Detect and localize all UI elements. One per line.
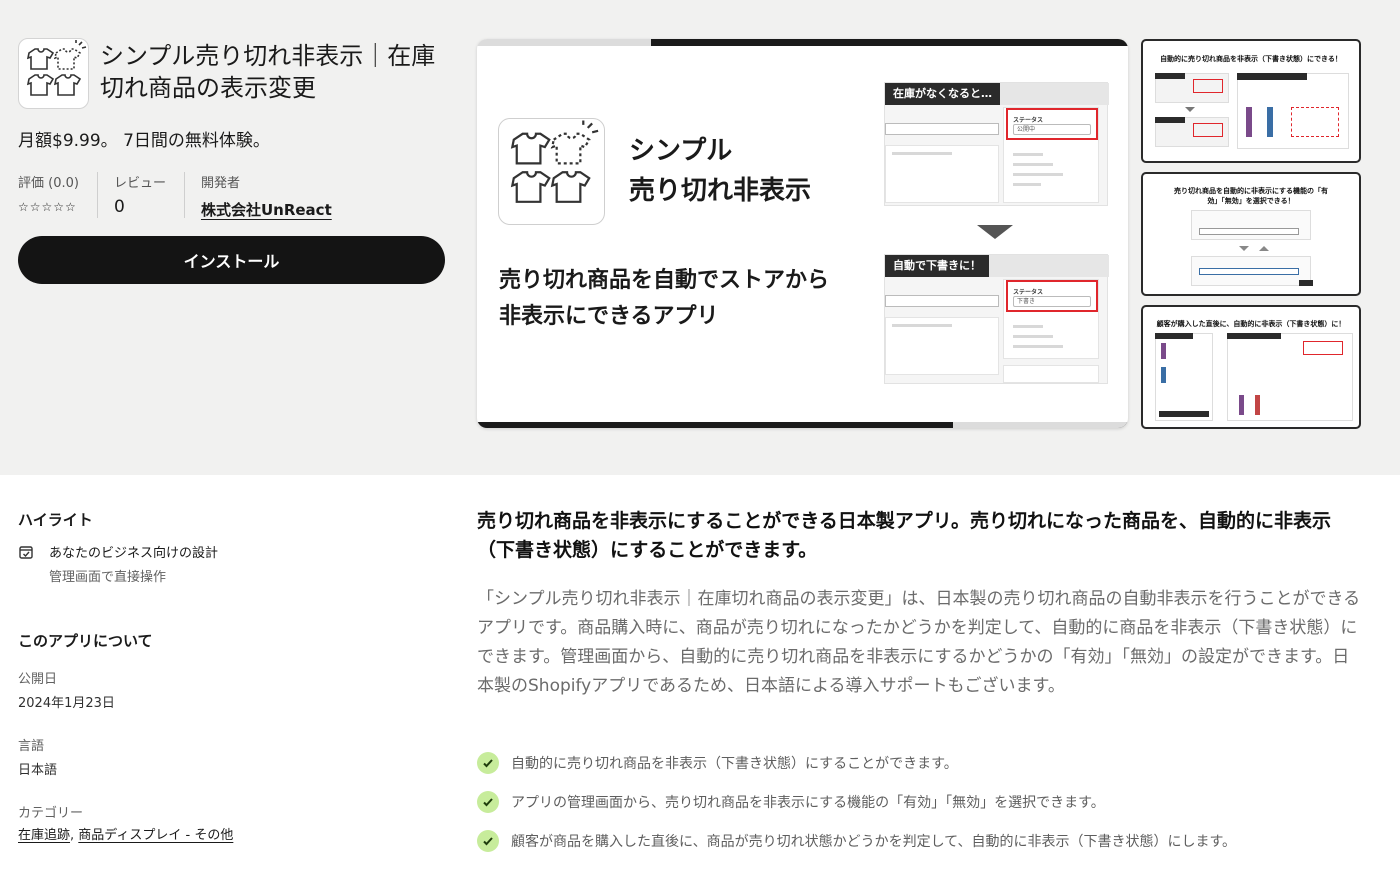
- mock-status-label: ステータス: [1013, 117, 1044, 124]
- hero-app-logo-icon: [498, 118, 605, 225]
- developer-link[interactable]: 株式会社UnReact: [201, 199, 332, 220]
- app-logo-icon: [18, 38, 89, 109]
- mock-status-value-after: 下書き: [1013, 296, 1091, 307]
- mock-admin-before: 在庫がなくなると… ステータス 公開中: [884, 82, 1109, 206]
- install-button[interactable]: インストール: [18, 236, 445, 284]
- thumbnail-3-title: 顧客が購入した直後に、自動的に非表示（下書き状態）に！: [1156, 320, 1346, 328]
- hero-tagline-line2: 非表示にできるアプリ: [499, 304, 719, 329]
- rating-label: 評価 (0.0): [18, 176, 79, 191]
- checkmark-icon: [477, 830, 499, 852]
- main-screenshot[interactable]: シンプル 売り切れ非表示 売り切れ商品を自動でストアから 非表示にできるアプリ …: [477, 39, 1128, 428]
- feature-item: 自動的に売り切れ商品を非表示（下書き状態）にすることができます。: [477, 752, 958, 774]
- highlight-subtitle: 管理画面で直接操作: [49, 570, 167, 585]
- screenshot-thumbnail-1[interactable]: 自動的に売り切れ商品を非表示（下書き状態）にできる！: [1141, 39, 1361, 163]
- hero-name-line2: 売り切れ非表示: [629, 176, 812, 206]
- hero-tagline: 売り切れ商品を自動でストアから 非表示にできるアプリ: [499, 263, 829, 335]
- category-separator: ,: [70, 828, 75, 843]
- rating-stat[interactable]: 評価 (0.0) ☆☆☆☆☆: [18, 172, 98, 218]
- hero-name-line1: シンプル: [629, 136, 733, 166]
- highlights-heading: ハイライト: [18, 511, 93, 529]
- carousel-progress-top: [477, 39, 1128, 46]
- screenshot-thumbnail-2[interactable]: 売り切れ商品を自動的に非表示にする機能の「有効」「無効」を選択できる！: [1141, 172, 1361, 296]
- category-label: カテゴリー: [18, 806, 84, 821]
- feature-item: 顧客が商品を購入した直後に、商品が売り切れ状態かどうかを判定して、自動的に非表示…: [477, 830, 1236, 852]
- reviews-count: 0: [113, 197, 125, 217]
- arrow-down-icon: [977, 225, 1013, 239]
- feature-text: 自動的に売り切れ商品を非表示（下書き状態）にすることができます。: [511, 756, 958, 772]
- mock-admin-after: 自動で下書きに！ ステータス 下書き: [884, 254, 1109, 384]
- published-label: 公開日: [18, 672, 58, 687]
- app-stats: 評価 (0.0) ☆☆☆☆☆ レビュー 0 開発者 株式会社UnReact: [18, 172, 366, 220]
- language-label: 言語: [18, 739, 45, 754]
- developer-stat: 開発者 株式会社UnReact: [200, 172, 350, 220]
- description-body: 「シンプル売り切れ非表示｜在庫切れ商品の表示変更」は、日本製の売り切れ商品の自動…: [477, 589, 1361, 696]
- thumbnail-1-title: 自動的に売り切れ商品を非表示（下書き状態）にできる！: [1160, 55, 1342, 63]
- checkmark-icon: [477, 791, 499, 813]
- admin-panel-icon: [19, 546, 33, 559]
- app-title: シンプル売り切れ非表示｜在庫切れ商品の表示変更: [100, 42, 436, 102]
- category-link-inventory[interactable]: 在庫追跡: [18, 828, 70, 843]
- language-value: 日本語: [18, 763, 58, 778]
- mock-status-value: 公開中: [1013, 124, 1091, 135]
- mock-before-tab: 在庫がなくなると…: [885, 83, 1000, 105]
- category-list: 在庫追跡, 商品ディスプレイ - その他: [18, 824, 233, 843]
- feature-text: 顧客が商品を購入した直後に、商品が売り切れ状態かどうかを判定して、自動的に非表示…: [511, 834, 1237, 850]
- about-heading: このアプリについて: [18, 632, 153, 650]
- feature-text: アプリの管理画面から、売り切れ商品を非表示にする機能の「有効」「無効」を選択でき…: [511, 795, 1105, 811]
- checkmark-icon: [477, 752, 499, 774]
- hero-tagline-line1: 売り切れ商品を自動でストアから: [499, 268, 830, 293]
- reviews-stat[interactable]: レビュー 0: [114, 172, 185, 218]
- highlight-item: あなたのビジネス向けの設計 管理画面で直接操作: [18, 542, 218, 585]
- description-headline: 売り切れ商品を非表示にすることができる日本製アプリ。売り切れになった商品を、自動…: [477, 510, 1332, 561]
- feature-item: アプリの管理画面から、売り切れ商品を非表示にする機能の「有効」「無効」を選択でき…: [477, 791, 1105, 813]
- developer-label: 開発者: [200, 176, 240, 191]
- thumbnail-2-title: 売り切れ商品を自動的に非表示にする機能の「有効」「無効」を選択できる！: [1173, 187, 1329, 205]
- category-link-display[interactable]: 商品ディスプレイ - その他: [78, 828, 233, 843]
- highlight-title: あなたのビジネス向けの設計: [49, 546, 219, 561]
- hero-app-name: シンプル 売り切れ非表示: [629, 131, 811, 211]
- carousel-progress-bottom: [477, 422, 1128, 428]
- reviews-label: レビュー: [113, 176, 166, 191]
- mock-status-label-after: ステータス: [1013, 289, 1044, 296]
- pricing-text: 月額$9.99。 7日間の無料体験。: [18, 131, 270, 151]
- published-value: 2024年1月23日: [18, 696, 115, 711]
- mock-after-tab: 自動で下書きに！: [885, 255, 989, 277]
- rating-stars-icon: ☆☆☆☆☆: [18, 200, 77, 214]
- app-header-section: シンプル売り切れ非表示｜在庫切れ商品の表示変更 月額$9.99。 7日間の無料体…: [0, 0, 1400, 475]
- screenshot-thumbnail-3[interactable]: 顧客が購入した直後に、自動的に非表示（下書き状態）に！: [1141, 305, 1361, 429]
